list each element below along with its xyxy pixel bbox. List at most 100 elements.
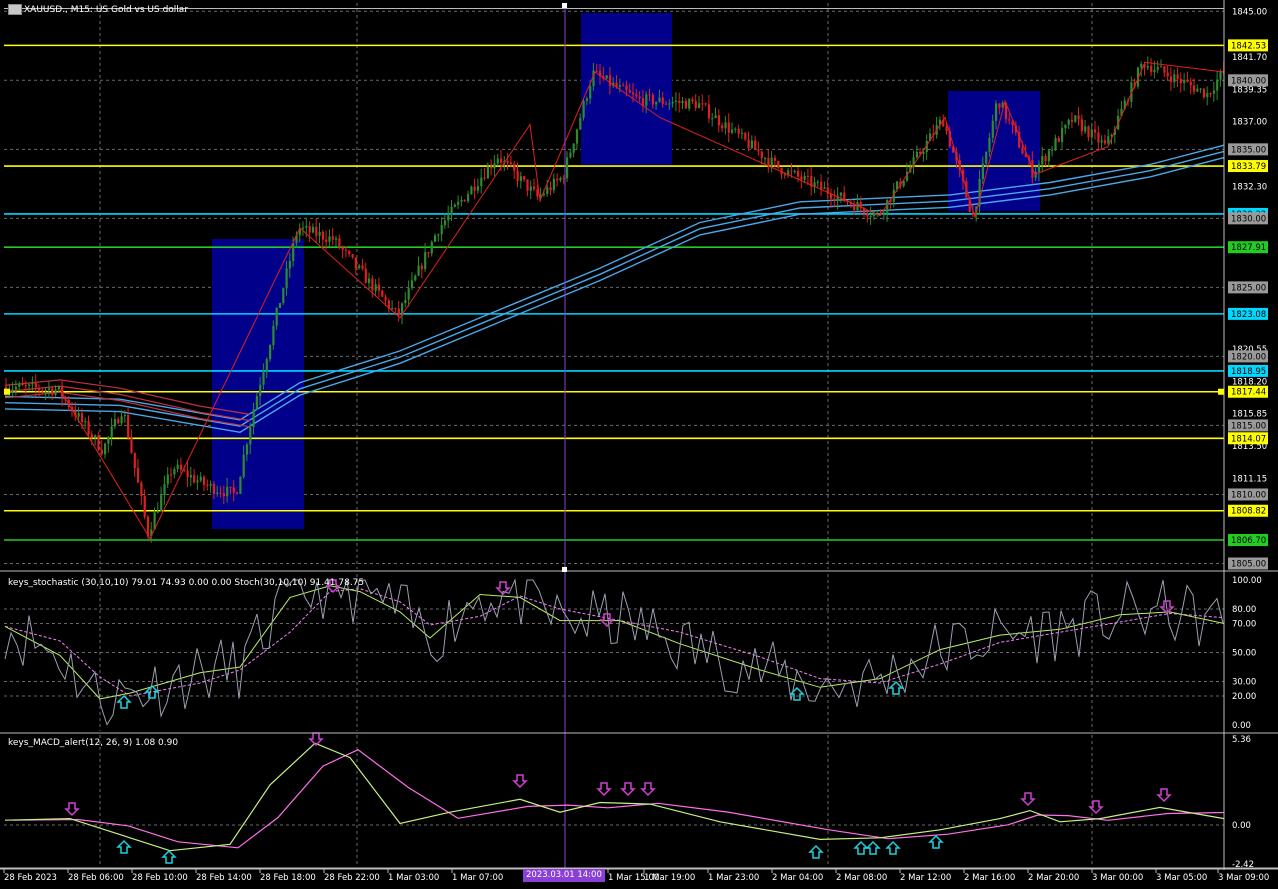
candle-body [424, 252, 427, 270]
candle-body [51, 388, 54, 395]
candle-body [278, 302, 282, 308]
candle-body [526, 179, 529, 191]
candle-body [11, 389, 14, 391]
candle-body [236, 492, 239, 494]
price-tag-value: 1842.53 [1231, 41, 1266, 51]
price-tag-value: 1818.95 [1231, 367, 1266, 377]
candle-body [453, 204, 456, 207]
candle-body [407, 288, 410, 300]
candle-body [509, 162, 513, 165]
macd-main-line [4, 742, 1225, 852]
candle-body [1037, 164, 1041, 172]
candle-body [698, 103, 701, 109]
time-axis-label: 28 Feb 2023 [4, 873, 57, 883]
candle-body [1206, 93, 1209, 98]
candle-body [249, 426, 252, 445]
time-axis-label: 28 Feb 06:00 [68, 873, 124, 883]
candle-body [549, 187, 552, 191]
candle-body [160, 495, 163, 512]
candle-body [420, 265, 423, 270]
candle-body [1186, 80, 1189, 82]
candle-body [457, 201, 460, 205]
candle-body [671, 101, 674, 104]
candle-body [605, 75, 608, 79]
candle-body [282, 288, 285, 303]
candle-body [170, 474, 173, 476]
candle-body [163, 484, 166, 496]
candle-body [790, 170, 793, 172]
candle-body [1146, 65, 1149, 68]
stoch-sell-arrow [599, 613, 615, 628]
candle-body [1084, 126, 1087, 132]
price-tag-value: 1833.79 [1231, 162, 1266, 172]
candle-body [1179, 78, 1182, 84]
stoch-axis-label: 20.00 [1232, 692, 1256, 702]
candle-body [648, 94, 651, 96]
candle-body [239, 476, 242, 494]
price-tag-value: 1835.00 [1231, 145, 1266, 155]
candle-body [529, 186, 532, 191]
candle-body [684, 100, 687, 109]
macd-axis-label: -2.42 [1232, 860, 1254, 870]
time-axis-label: 2 Mar 12:00 [900, 873, 951, 883]
candle-body [678, 100, 681, 103]
price-tag-value: 1827.91 [1231, 243, 1266, 253]
candle-body [391, 308, 394, 310]
candle-body [245, 444, 249, 455]
arrow-up-icon [116, 839, 132, 854]
time-axis-label: 2 Mar 04:00 [772, 873, 823, 883]
chart-canvas[interactable]: 1845.00 1841.70 1839.35 1837.00 1835.00 1832.… [0, 0, 1278, 889]
candle-body [130, 437, 133, 453]
candle-body [288, 261, 291, 269]
candle-body [311, 226, 315, 233]
candle-body [632, 92, 635, 95]
candle-body [1153, 69, 1156, 73]
candle-body [404, 299, 407, 304]
candle-body [467, 194, 470, 202]
candle-body [800, 176, 803, 180]
candle-body [645, 94, 648, 106]
candle-body [173, 468, 176, 475]
candle-body [318, 231, 321, 236]
chart-title-text: XAUUSD., M15: US Gold vs US dollar [24, 5, 189, 15]
candle-body [1021, 147, 1024, 154]
candle-body [1166, 72, 1169, 77]
price-tag-value: 1806.70 [1231, 536, 1266, 546]
candle-body [450, 206, 453, 216]
candle-body [1051, 149, 1054, 151]
candle-body [1163, 66, 1166, 73]
candle-body [1103, 140, 1107, 144]
candle-body [430, 241, 433, 254]
macd-buy-arrow [885, 840, 901, 855]
candle-body [691, 98, 694, 102]
candle-body [470, 186, 473, 195]
crosshair-marker-mid [562, 567, 567, 572]
chart-title: XAUUSD., M15: US Gold vs US dollar [8, 4, 188, 15]
candle-body [206, 484, 209, 486]
stoch-axis-label: 100.00 [1232, 576, 1262, 586]
candle-body [704, 103, 707, 105]
candle-body [988, 137, 991, 152]
candle-body [417, 265, 420, 276]
candle-body [820, 181, 823, 189]
candle-body [272, 325, 275, 346]
candle-body [750, 140, 753, 149]
candle-body [252, 409, 255, 427]
candle-body [1216, 79, 1219, 91]
candle-body [572, 143, 575, 153]
arrow-down-icon [1020, 792, 1036, 807]
candle-body [839, 192, 843, 196]
candle-body [179, 464, 183, 470]
candle-body [176, 464, 179, 469]
candle-body [414, 275, 417, 281]
candle-body [480, 177, 483, 187]
candle-body [707, 104, 711, 119]
candle-body [754, 140, 757, 150]
candle-body [120, 416, 123, 424]
candle-body [998, 103, 1001, 108]
candle-body [133, 452, 136, 468]
candle-body [744, 132, 747, 140]
candle-body [371, 278, 374, 291]
candle-body [226, 486, 229, 497]
arrow-down-icon [1156, 788, 1172, 803]
